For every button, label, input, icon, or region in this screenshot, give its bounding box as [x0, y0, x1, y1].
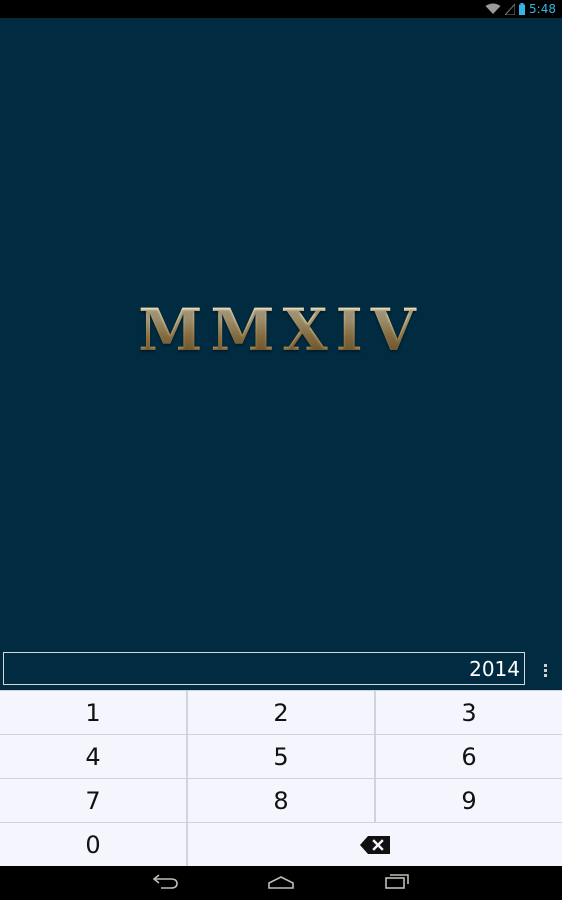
key-6[interactable]: 6: [376, 735, 562, 778]
key-2[interactable]: 2: [188, 691, 374, 734]
input-row: [0, 650, 562, 690]
numeral-display-area: MMXIV: [0, 18, 562, 650]
back-icon: [151, 873, 179, 893]
status-clock: 5:48: [529, 2, 556, 16]
numeric-keypad: 1 2 3 4 5 6 7 8 9 0: [0, 690, 562, 866]
signal-icon: [505, 3, 516, 15]
recent-apps-icon: [384, 873, 410, 893]
key-9[interactable]: 9: [376, 779, 562, 822]
backspace-icon: [359, 835, 391, 855]
wifi-icon: [485, 3, 501, 15]
overflow-menu-icon: [543, 663, 547, 678]
overflow-menu-button[interactable]: [535, 658, 555, 682]
year-input[interactable]: [3, 652, 525, 685]
home-button[interactable]: [253, 866, 309, 900]
battery-icon: [519, 3, 526, 15]
navigation-bar: [0, 866, 562, 900]
key-7[interactable]: 7: [0, 779, 186, 822]
recent-apps-button[interactable]: [369, 866, 425, 900]
key-8[interactable]: 8: [188, 779, 374, 822]
status-bar: 5:48: [0, 0, 562, 18]
home-icon: [267, 874, 295, 893]
backspace-key[interactable]: [188, 823, 562, 866]
back-button[interactable]: [137, 866, 193, 900]
key-3[interactable]: 3: [376, 691, 562, 734]
key-5[interactable]: 5: [188, 735, 374, 778]
key-0[interactable]: 0: [0, 823, 186, 866]
key-4[interactable]: 4: [0, 735, 186, 778]
key-1[interactable]: 1: [0, 691, 186, 734]
roman-numeral-text: MMXIV: [138, 296, 424, 364]
